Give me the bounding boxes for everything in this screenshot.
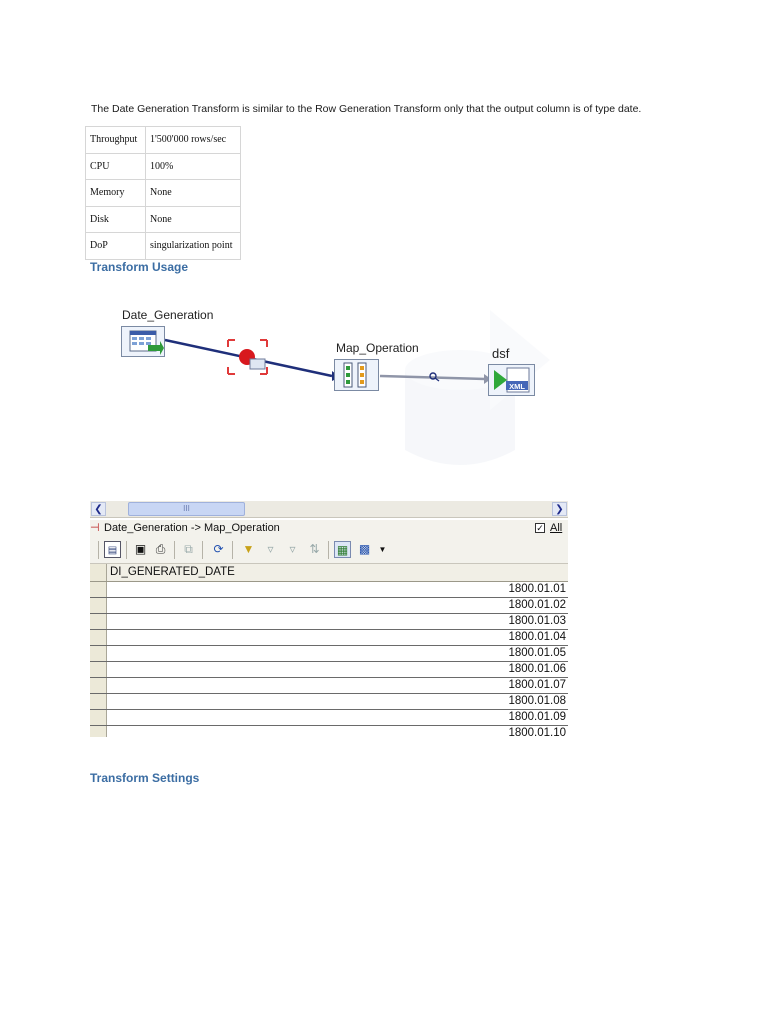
table-row[interactable]: 1800.01.09 xyxy=(90,710,568,726)
sort-icon[interactable]: ⇅ xyxy=(306,541,323,558)
row-selector[interactable] xyxy=(90,598,107,613)
intro-paragraph: The Date Generation Transform is similar… xyxy=(91,103,642,115)
print-icon[interactable]: ⎙ xyxy=(152,541,169,558)
property-row: Memory None xyxy=(85,179,241,207)
generated-date-cell: 1800.01.09 xyxy=(508,711,566,723)
table-row[interactable]: 1800.01.02 xyxy=(90,598,568,614)
dropdown-arrow-icon[interactable]: ▼ xyxy=(374,541,391,558)
generated-date-cell: 1800.01.05 xyxy=(508,647,566,659)
property-key: DoP xyxy=(85,232,146,260)
column-header-row: DI_GENERATED_DATE xyxy=(90,564,568,582)
transform-settings-heading: Transform Settings xyxy=(90,771,200,785)
date-generation-icon xyxy=(129,330,164,355)
refresh-icon[interactable]: ⟳ xyxy=(210,541,227,558)
table-row[interactable]: 1800.01.07 xyxy=(90,678,568,694)
property-row: Disk None xyxy=(85,205,241,233)
add-filter-icon[interactable]: ▿ xyxy=(262,541,279,558)
save-icon[interactable]: ▣ xyxy=(132,541,149,558)
property-row: CPU 100% xyxy=(85,152,241,180)
properties-table: Throughput 1'500'000 rows/sec CPU 100% Memor… xyxy=(85,126,241,260)
property-key: CPU xyxy=(85,152,146,180)
property-key: Memory xyxy=(85,179,146,207)
toolbar-separator xyxy=(174,541,175,559)
property-value: None xyxy=(145,205,241,233)
property-value: None xyxy=(145,179,241,207)
window-icon[interactable]: ▩ xyxy=(356,541,373,558)
viewer-titlebar: ⊣ Date_Generation -> Map_Operation ✓ All xyxy=(90,520,568,537)
row-selector[interactable] xyxy=(90,662,107,677)
table-row[interactable]: 1800.01.10 xyxy=(90,726,568,737)
toolbar-separator xyxy=(232,541,233,559)
generated-date-cell: 1800.01.01 xyxy=(508,583,566,595)
toolbar-separator xyxy=(98,541,99,559)
grid-view-icon[interactable]: ▦ xyxy=(334,541,351,558)
property-key: Disk xyxy=(85,205,146,233)
filter-icon[interactable]: ▼ xyxy=(240,541,257,558)
generated-date-cell: 1800.01.07 xyxy=(508,679,566,691)
row-selector[interactable] xyxy=(90,678,107,693)
map-operation-icon xyxy=(343,362,367,388)
row-selector[interactable] xyxy=(90,694,107,709)
row-selector[interactable] xyxy=(90,630,107,645)
breakpoint-icon[interactable] xyxy=(227,339,268,375)
row-selector[interactable] xyxy=(90,710,107,725)
transform-usage-heading: Transform Usage xyxy=(90,260,189,274)
table-row[interactable]: 1800.01.01 xyxy=(90,582,568,598)
table-row[interactable]: 1800.01.03 xyxy=(90,614,568,630)
table-row[interactable]: 1800.01.05 xyxy=(90,646,568,662)
remove-filter-icon[interactable]: ▿ xyxy=(284,541,301,558)
row-selector[interactable] xyxy=(90,582,107,597)
property-value: 100% xyxy=(145,152,241,180)
table-row[interactable]: 1800.01.04 xyxy=(90,630,568,646)
generated-date-cell: 1800.01.10 xyxy=(508,727,566,737)
column-header-generated-date[interactable]: DI_GENERATED_DATE xyxy=(110,564,235,581)
generated-date-cell: 1800.01.03 xyxy=(508,615,566,627)
properties-icon[interactable]: ▤ xyxy=(104,541,121,558)
scroll-left-button[interactable]: ❮ xyxy=(91,502,106,516)
viewer-toolbar: ▤ ▣ ⎙ ⧉ ⟳ ▼ ▿ ▿ ⇅ ▦ ▩ ▼ xyxy=(90,537,568,564)
row-selector[interactable] xyxy=(90,646,107,661)
data-rows: 1800.01.01 1800.01.02 1800.01.03 1800.01.04… xyxy=(90,582,568,737)
generated-date-cell: 1800.01.02 xyxy=(508,599,566,611)
property-row: DoP singularization point xyxy=(85,232,241,260)
row-selector-corner xyxy=(90,564,107,581)
dataflow-diagram: Date_Generation Map_Operation dsf XML xyxy=(110,300,570,490)
property-value: singularization point xyxy=(145,232,241,260)
generated-date-cell: 1800.01.08 xyxy=(508,695,566,707)
xml-badge: XML xyxy=(509,382,525,391)
generated-date-cell: 1800.01.06 xyxy=(508,663,566,675)
generated-date-cell: 1800.01.04 xyxy=(508,631,566,643)
property-key: Throughput xyxy=(85,126,146,154)
property-value: 1'500'000 rows/sec xyxy=(145,126,241,154)
scroll-thumb[interactable]: III xyxy=(128,502,245,516)
horizontal-scrollbar[interactable]: ❮ III ❯ xyxy=(90,501,568,518)
viewer-title: Date_Generation -> Map_Operation xyxy=(104,522,280,534)
map-operation-node[interactable] xyxy=(334,359,379,391)
table-row[interactable]: 1800.01.06 xyxy=(90,662,568,678)
toolbar-separator xyxy=(126,541,127,559)
all-checkbox[interactable]: ✓ xyxy=(535,523,545,533)
data-viewer: ❮ III ❯ ⊣ Date_Generation -> Map_Operati… xyxy=(90,501,568,737)
source-node-label: Date_Generation xyxy=(122,308,214,322)
connector-icon: ⊣ xyxy=(90,522,100,534)
table-row[interactable]: 1800.01.08 xyxy=(90,694,568,710)
copy-icon[interactable]: ⧉ xyxy=(180,541,197,558)
toolbar-separator xyxy=(202,541,203,559)
row-selector[interactable] xyxy=(90,614,107,629)
row-selector[interactable] xyxy=(90,726,107,737)
transform-node-label: Map_Operation xyxy=(336,341,419,355)
xml-target-node[interactable]: XML xyxy=(488,364,535,396)
all-label: All xyxy=(550,522,563,534)
xml-file-icon: XML xyxy=(494,367,530,393)
scroll-right-button[interactable]: ❯ xyxy=(552,502,567,516)
property-row: Throughput 1'500'000 rows/sec xyxy=(85,126,241,154)
date-generation-node[interactable] xyxy=(121,326,165,357)
toolbar-separator xyxy=(328,541,329,559)
target-node-label: dsf xyxy=(492,346,510,361)
